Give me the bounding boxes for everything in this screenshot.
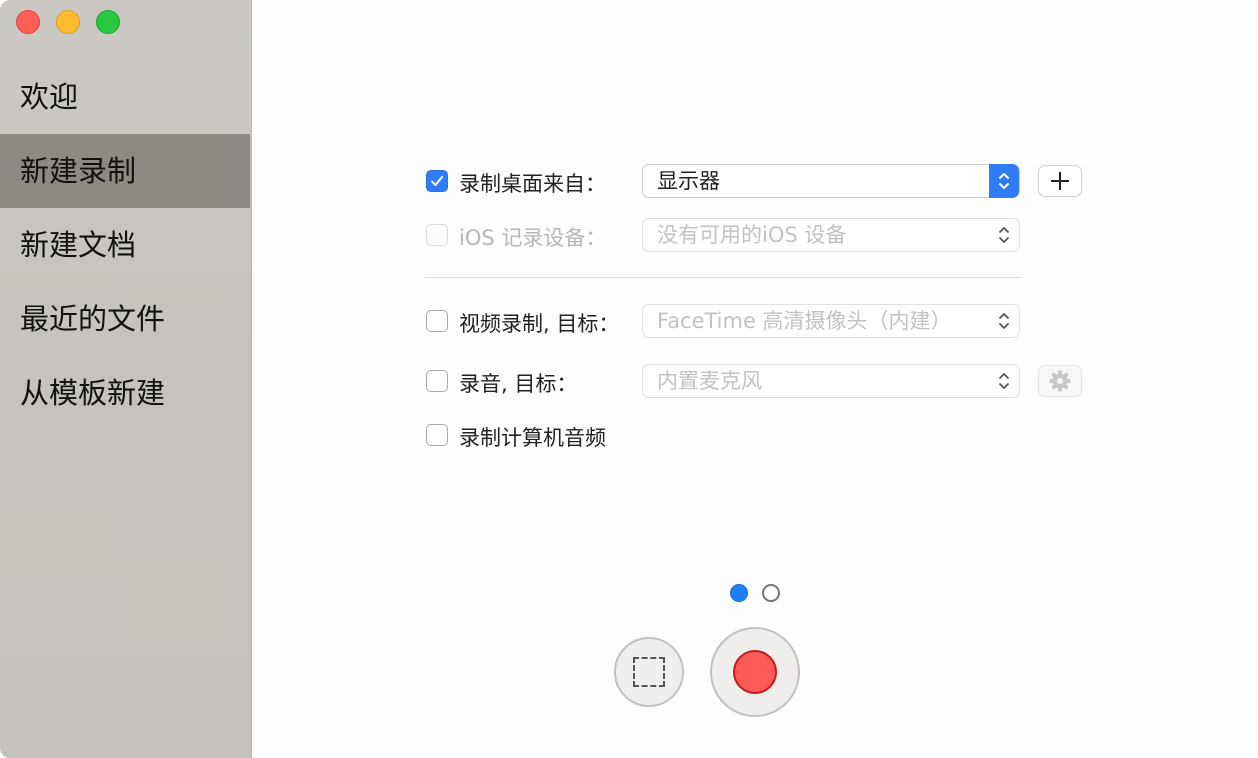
video-record-checkbox[interactable] bbox=[426, 310, 448, 332]
dashed-rect-icon bbox=[633, 657, 665, 687]
gear-icon bbox=[1049, 370, 1071, 392]
record-desktop-select[interactable]: 显示器 bbox=[642, 164, 1020, 198]
chevron-updown-icon bbox=[989, 304, 1019, 338]
computer-audio-checkbox[interactable] bbox=[426, 424, 448, 446]
video-record-select-value: FaceTime 高清摄像头（内建） bbox=[657, 309, 952, 333]
page-dot-1[interactable] bbox=[730, 584, 748, 602]
audio-record-select[interactable]: 内置麦克风 bbox=[642, 364, 1020, 398]
page-dot-2[interactable] bbox=[762, 584, 780, 602]
section-divider bbox=[425, 277, 1021, 278]
audio-settings-button[interactable] bbox=[1038, 365, 1082, 397]
computer-audio-label: 录制计算机音频 bbox=[459, 426, 606, 450]
chevron-updown-icon bbox=[989, 164, 1019, 198]
window-zoom-button[interactable] bbox=[96, 10, 120, 34]
record-desktop-select-value: 显示器 bbox=[657, 169, 720, 193]
select-region-button[interactable] bbox=[614, 637, 684, 707]
ios-device-select-value: 没有可用的iOS 设备 bbox=[657, 223, 847, 247]
sidebar-item-from-template[interactable]: 从模板新建 bbox=[0, 356, 250, 430]
sidebar-item-new-recording[interactable]: 新建录制 bbox=[0, 134, 250, 208]
window-minimize-button[interactable] bbox=[56, 10, 80, 34]
chevron-updown-icon bbox=[989, 218, 1019, 252]
add-source-button[interactable] bbox=[1038, 165, 1082, 197]
audio-record-label: 录音, 目标： bbox=[459, 372, 578, 396]
record-desktop-checkbox[interactable] bbox=[426, 170, 448, 192]
ios-device-label: iOS 记录设备： bbox=[459, 226, 607, 250]
record-button[interactable] bbox=[710, 627, 800, 717]
chevron-updown-icon bbox=[989, 364, 1019, 398]
app-window: 欢迎 新建录制 新建文档 最近的文件 从模板新建 录制桌面来自： 显示器 iOS… bbox=[0, 0, 1258, 758]
ios-device-checkbox[interactable] bbox=[426, 224, 448, 246]
window-close-button[interactable] bbox=[16, 10, 40, 34]
sidebar-item-welcome[interactable]: 欢迎 bbox=[0, 60, 250, 134]
sidebar-item-new-document[interactable]: 新建文档 bbox=[0, 208, 250, 282]
video-record-select[interactable]: FaceTime 高清摄像头（内建） bbox=[642, 304, 1020, 338]
record-desktop-label: 录制桌面来自： bbox=[459, 172, 606, 196]
video-record-label: 视频录制, 目标： bbox=[459, 312, 620, 336]
sidebar: 欢迎 新建录制 新建文档 最近的文件 从模板新建 bbox=[0, 0, 252, 758]
ios-device-select[interactable]: 没有可用的iOS 设备 bbox=[642, 218, 1020, 252]
plus-icon bbox=[1051, 172, 1069, 190]
checkmark-icon bbox=[431, 176, 443, 186]
audio-record-checkbox[interactable] bbox=[426, 370, 448, 392]
audio-record-select-value: 内置麦克风 bbox=[657, 369, 762, 393]
record-icon bbox=[733, 650, 777, 694]
sidebar-item-recent-files[interactable]: 最近的文件 bbox=[0, 282, 250, 356]
